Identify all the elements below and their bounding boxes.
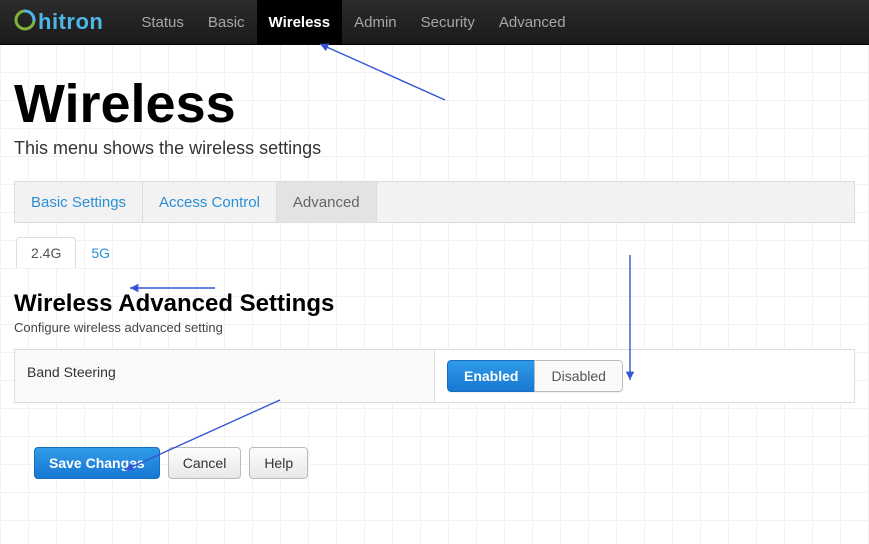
settings-row-band-steering: Band Steering Enabled Disabled (14, 349, 855, 403)
band-steering-disabled-button[interactable]: Disabled (534, 360, 622, 392)
page-title: Wireless (14, 75, 855, 134)
bandtab-24g[interactable]: 2.4G (16, 237, 76, 268)
nav-admin[interactable]: Admin (342, 0, 409, 44)
nav-basic[interactable]: Basic (196, 0, 257, 44)
page-subtitle: This menu shows the wireless settings (14, 138, 855, 159)
nav-wireless[interactable]: Wireless (257, 0, 343, 44)
wireless-subtabs: Basic Settings Access Control Advanced (14, 181, 855, 223)
section-subtitle: Configure wireless advanced setting (14, 320, 855, 335)
band-tabs: 2.4G 5G (14, 237, 855, 268)
cancel-button[interactable]: Cancel (168, 447, 242, 479)
setting-label-band-steering: Band Steering (15, 350, 435, 402)
primary-nav: Status Basic Wireless Admin Security Adv… (129, 0, 577, 44)
top-navbar: hitron Status Basic Wireless Admin Secur… (0, 0, 869, 45)
nav-advanced[interactable]: Advanced (487, 0, 578, 44)
subtab-advanced[interactable]: Advanced (277, 182, 377, 222)
action-buttons: Save Changes Cancel Help (14, 447, 855, 479)
band-steering-toggle: Enabled Disabled (447, 360, 623, 392)
setting-value-band-steering: Enabled Disabled (435, 350, 854, 402)
bandtab-5g[interactable]: 5G (76, 237, 125, 268)
save-changes-button[interactable]: Save Changes (34, 447, 160, 479)
help-button[interactable]: Help (249, 447, 308, 479)
brand-logo: hitron (14, 9, 103, 36)
subtab-access-control[interactable]: Access Control (143, 182, 277, 222)
nav-status[interactable]: Status (129, 0, 196, 44)
brand-swirl-icon (14, 9, 36, 36)
section-title: Wireless Advanced Settings (14, 290, 855, 318)
band-steering-enabled-button[interactable]: Enabled (447, 360, 535, 392)
subtab-basic-settings[interactable]: Basic Settings (15, 182, 143, 222)
nav-security[interactable]: Security (409, 0, 487, 44)
brand-name: hitron (38, 9, 103, 35)
